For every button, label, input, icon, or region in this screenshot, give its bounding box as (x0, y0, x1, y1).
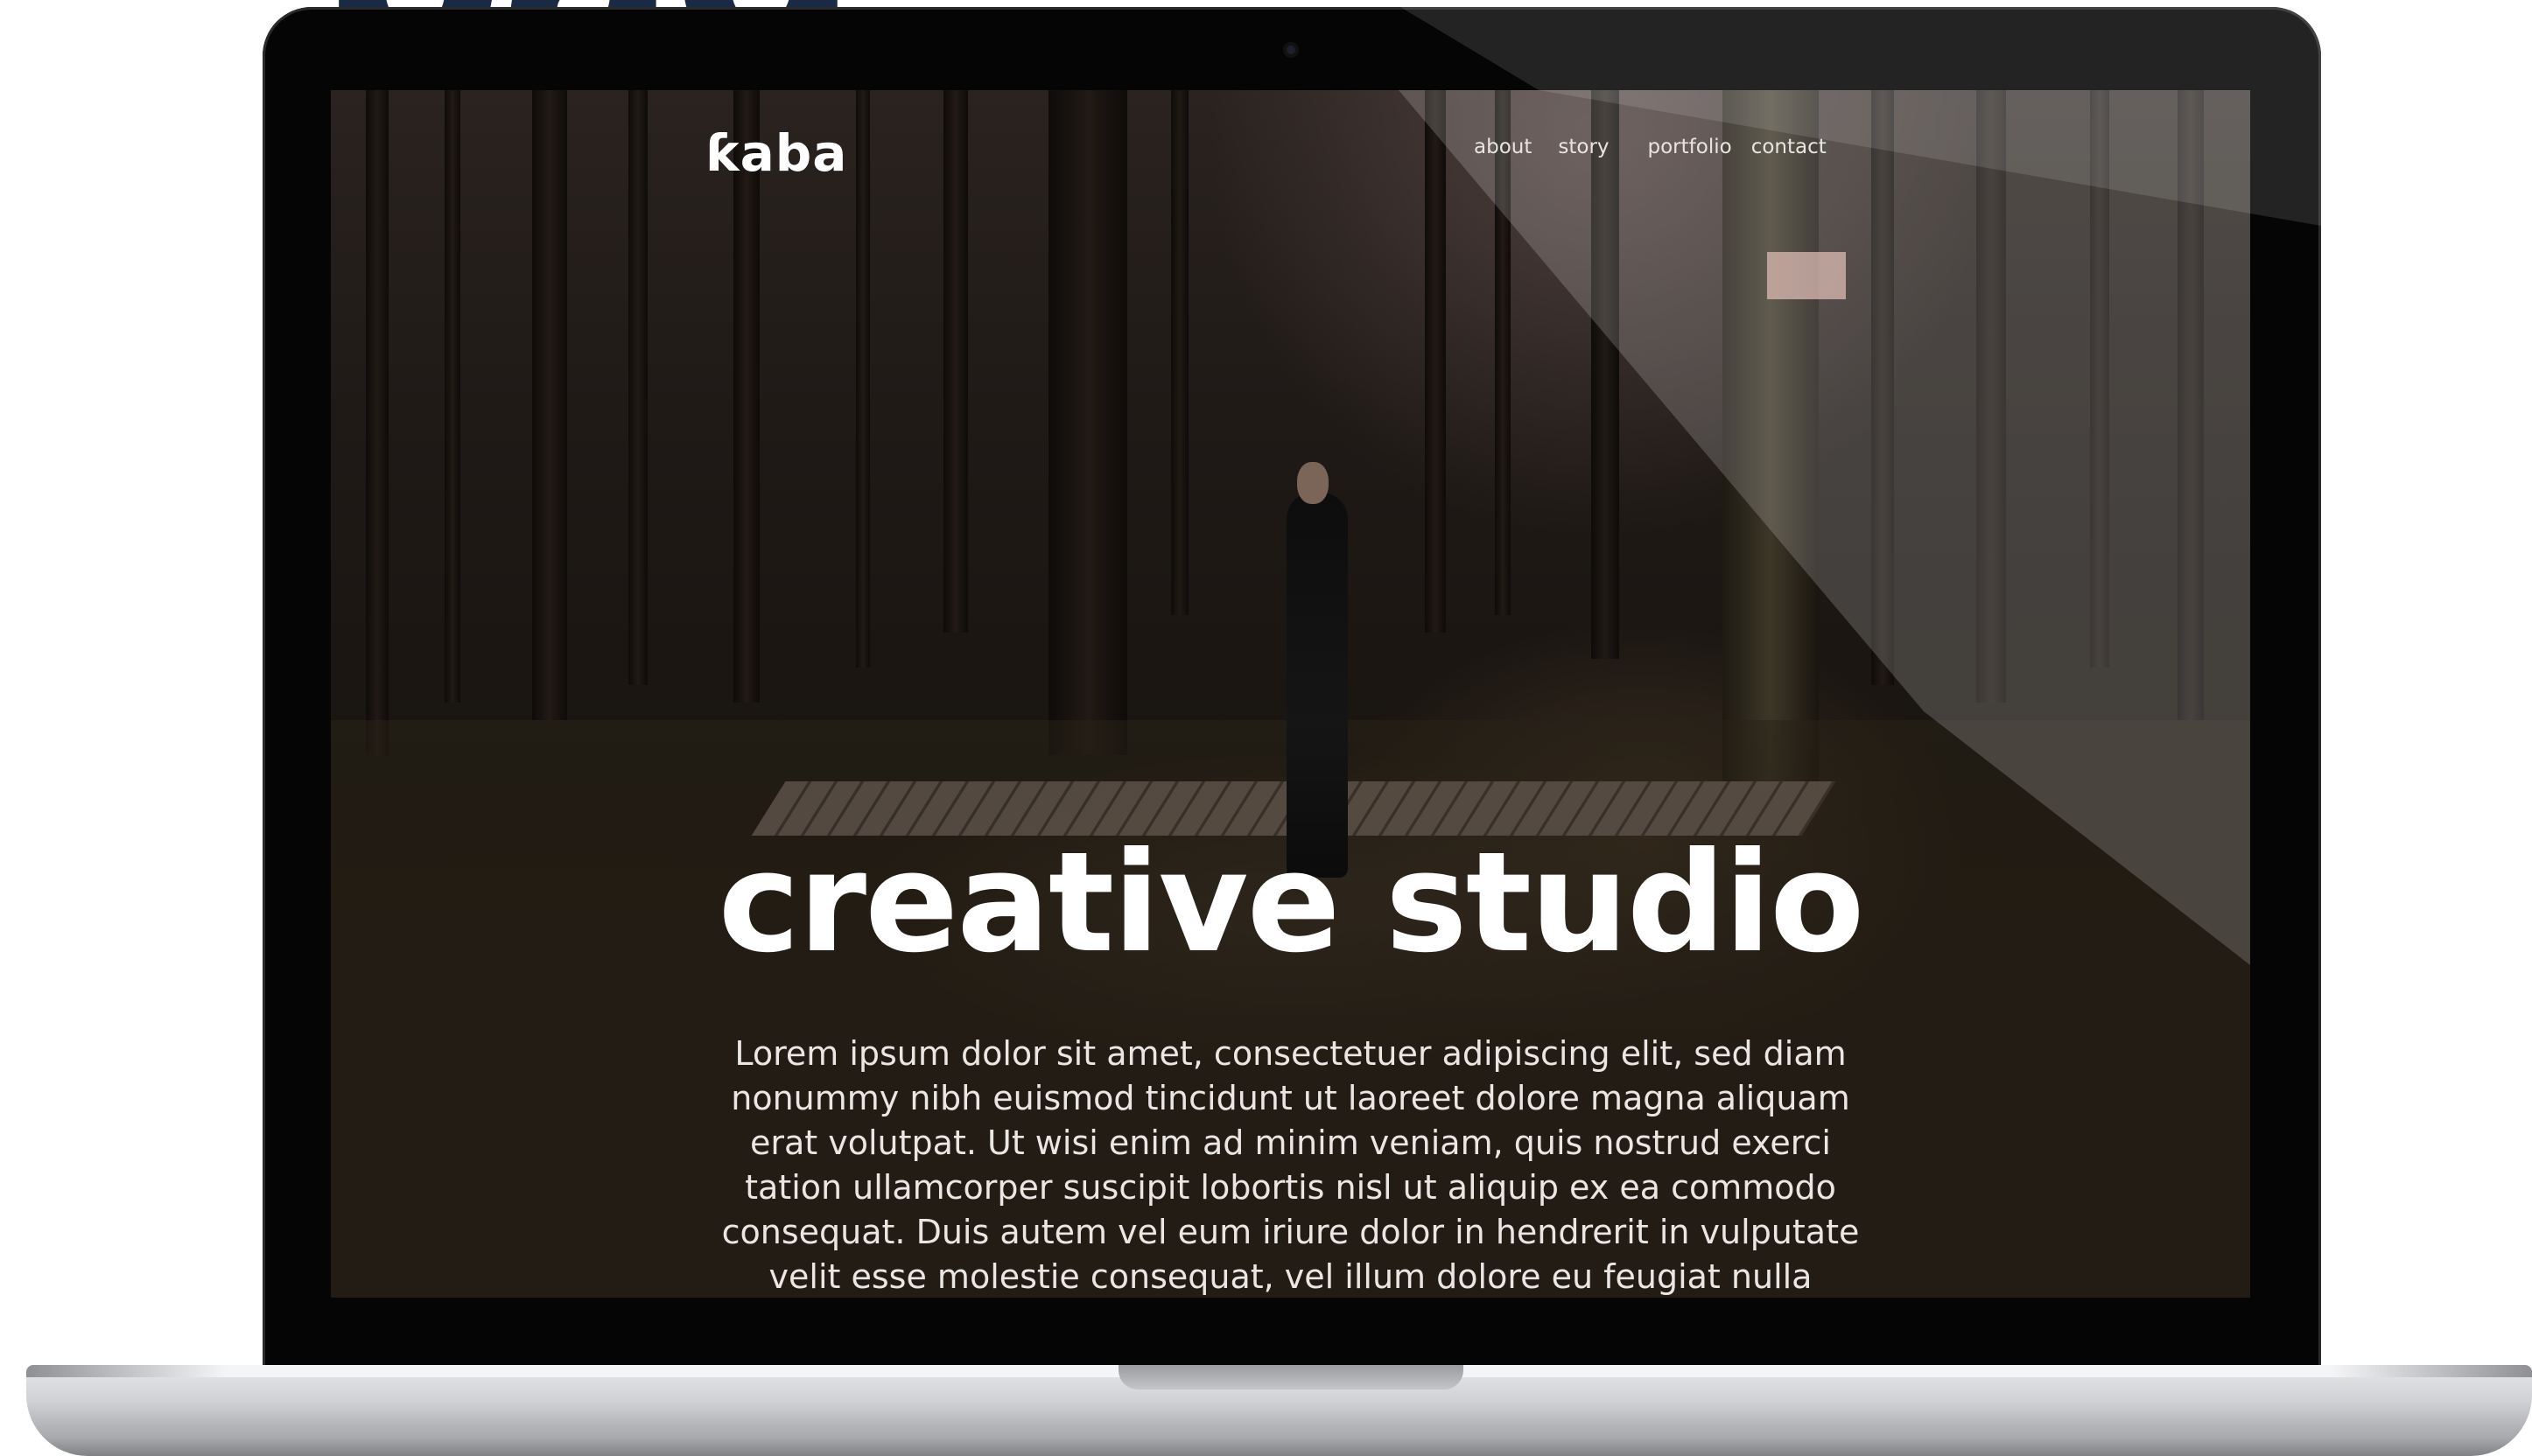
webcam-icon (1283, 42, 1299, 58)
standing-person (1287, 493, 1348, 878)
site-logo[interactable]: ƙaba (705, 123, 847, 183)
laptop-screen: ƙaba about story portfolio contact creat… (331, 90, 2250, 1298)
hero-body-line: velit esse molestie consequat, vel illum… (768, 1257, 1813, 1296)
nav-item-portfolio[interactable]: portfolio (1648, 136, 1732, 158)
hero-title: creative studio (718, 822, 1864, 984)
lid-opening-notch (1119, 1365, 1463, 1390)
nav-item-story[interactable]: story (1558, 136, 1609, 158)
mockup-stage: pag ƙaba ab (0, 0, 2532, 1456)
hero-body-line: tation ullamcorper suscipit lobortis nis… (745, 1168, 1836, 1207)
hero-body-text: Lorem ipsum dolor sit amet, consectetuer… (698, 1032, 1883, 1298)
hero-body-line: consequat. Duis autem vel eum iriure dol… (721, 1213, 1860, 1251)
person-head (1297, 462, 1329, 504)
nav-item-about[interactable]: about (1474, 136, 1532, 158)
tree-sign (1767, 252, 1846, 299)
hero-body-line: nonummy nibh euismod tincidunt ut laoree… (731, 1079, 1850, 1117)
hero-body-line: Lorem ipsum dolor sit amet, consectetuer… (734, 1034, 1847, 1073)
laptop-base (26, 1365, 2532, 1456)
nav-item-contact[interactable]: contact (1751, 136, 1827, 158)
hero-body-line: erat volutpat. Ut wisi enim ad minim ven… (750, 1124, 1831, 1162)
site-nav: about story portfolio contact (1474, 136, 1827, 158)
